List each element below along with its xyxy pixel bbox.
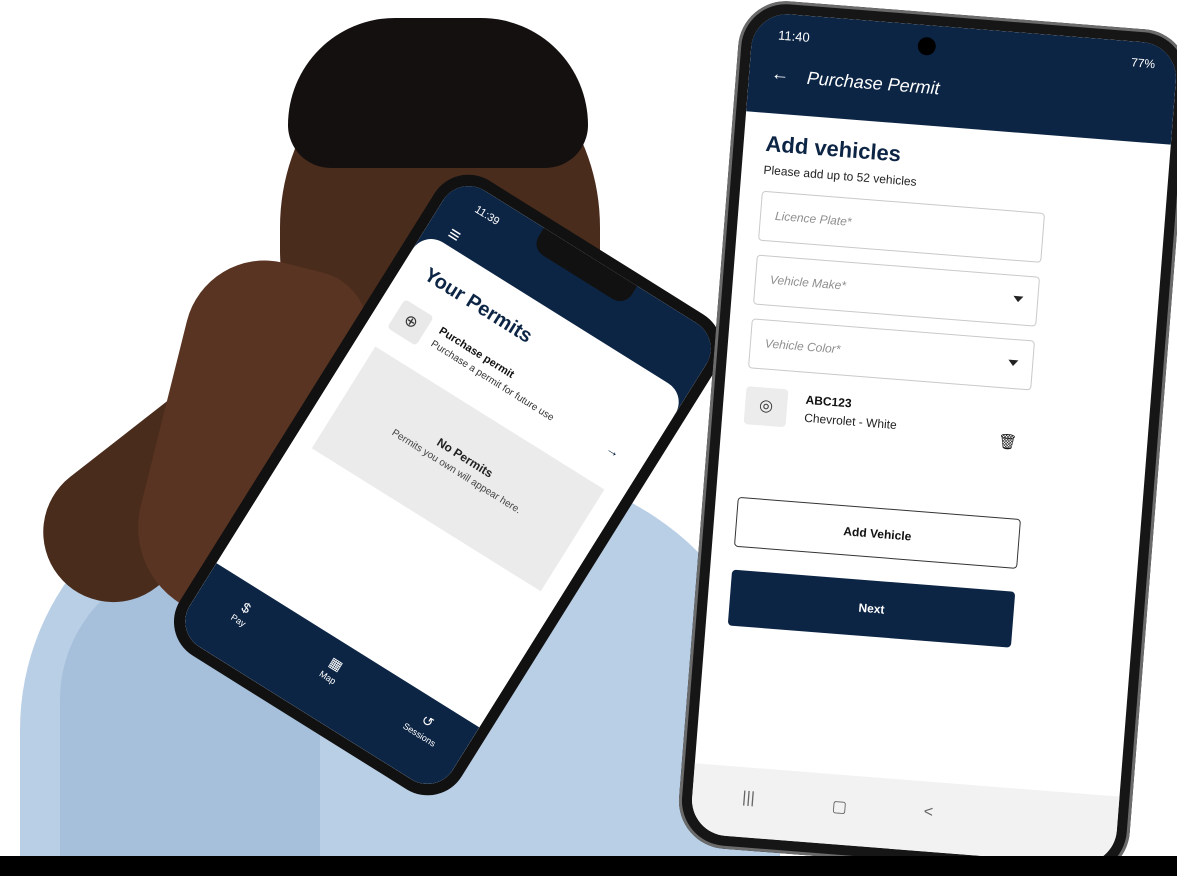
right-phone-screen: 11:40 77% ← Purchase Permit Add vehicles… bbox=[689, 11, 1177, 867]
recent-apps-icon[interactable]: ||| bbox=[742, 789, 756, 808]
right-phone-frame: 11:40 77% ← Purchase Permit Add vehicles… bbox=[675, 0, 1177, 876]
phone-notch bbox=[531, 227, 638, 307]
page-title: Purchase Permit bbox=[806, 67, 941, 99]
right-phone: 11:40 77% ← Purchase Permit Add vehicles… bbox=[675, 0, 1177, 876]
licence-plate-placeholder: Licence Plate* bbox=[774, 208, 853, 229]
vehicle-avatar-icon: ◎ bbox=[743, 386, 789, 428]
nav-item-pay[interactable]: $ Pay bbox=[206, 582, 280, 643]
nav-item-map[interactable]: ▦ Map bbox=[295, 639, 370, 701]
battery-level: 77% bbox=[1130, 55, 1156, 72]
marketing-scene: 11:39 ≡ Your Permits ⊕ Purchase permit P… bbox=[0, 0, 1177, 876]
plus-circle-icon: ⊕ bbox=[387, 298, 434, 346]
chevron-down-icon bbox=[1013, 295, 1024, 303]
arrow-right-icon: → bbox=[603, 439, 624, 461]
vehicle-description: Chevrolet - White bbox=[803, 410, 898, 433]
licence-plate-input[interactable]: Licence Plate* bbox=[758, 190, 1046, 263]
vehicle-plate: ABC123 bbox=[805, 392, 853, 411]
menu-icon[interactable]: ≡ bbox=[443, 223, 465, 248]
section-heading: Add vehicles bbox=[764, 130, 902, 167]
chevron-down-icon bbox=[1007, 359, 1019, 367]
status-time: 11:39 bbox=[472, 203, 502, 228]
person-hair bbox=[288, 18, 588, 168]
next-button[interactable]: Next bbox=[727, 569, 1016, 648]
vehicle-make-placeholder: Vehicle Make* bbox=[769, 272, 847, 293]
vehicle-list-item: ◎ ABC123 Chevrolet - White 🗑 bbox=[743, 384, 1030, 456]
vehicle-color-select[interactable]: Vehicle Color* bbox=[747, 318, 1036, 391]
camera-hole bbox=[917, 36, 937, 56]
system-nav-bar: ||| ▢ < bbox=[689, 763, 1120, 867]
bottom-black-band bbox=[0, 856, 1177, 876]
app-header: 11:40 77% ← Purchase Permit bbox=[746, 11, 1177, 145]
status-time: 11:40 bbox=[777, 27, 811, 45]
vehicle-color-placeholder: Vehicle Color* bbox=[764, 336, 841, 357]
back-icon[interactable]: < bbox=[923, 803, 934, 822]
nav-item-sessions[interactable]: ↺ Sessions bbox=[387, 696, 462, 758]
add-vehicle-button[interactable]: Add Vehicle bbox=[733, 496, 1021, 569]
back-arrow-icon[interactable]: ← bbox=[770, 63, 790, 85]
home-icon[interactable]: ▢ bbox=[831, 796, 848, 817]
trash-icon[interactable]: 🗑 bbox=[997, 432, 1017, 451]
vehicle-make-select[interactable]: Vehicle Make* bbox=[753, 254, 1041, 327]
